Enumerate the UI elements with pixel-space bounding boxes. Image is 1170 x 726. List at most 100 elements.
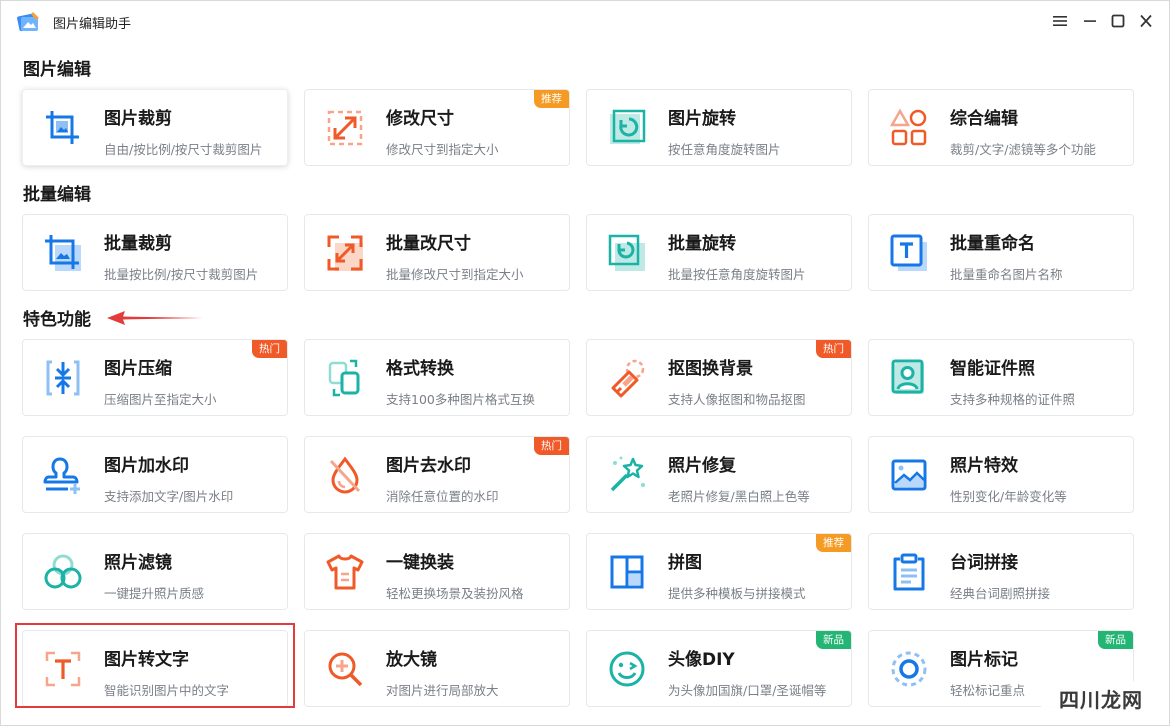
remove-watermark-icon (329, 456, 361, 494)
card-title: 批量重命名 (950, 234, 1035, 254)
card-desc: 自由/按比例/按尺寸裁剪图片 (104, 142, 263, 157)
card-collage[interactable]: 拼图 提供多种模板与拼接模式 推荐 (586, 533, 852, 610)
card-title: 综合编辑 (950, 109, 1018, 129)
card-lines[interactable]: 台词拼接 经典台词剧照拼接 (868, 533, 1134, 610)
stamp-icon (43, 457, 80, 494)
window-title: 图片编辑助手 (53, 17, 132, 32)
recommend-badge: 推荐 (534, 90, 569, 108)
card-desc: 支持添加文字/图片水印 (104, 489, 234, 504)
card-desc: 支持多种规格的证件照 (950, 392, 1076, 407)
card-title: 一键换装 (386, 553, 454, 573)
card-title: 头像DIY (668, 650, 735, 670)
convert-icon (328, 359, 360, 397)
magic-wand-icon (610, 456, 645, 492)
card-title: 批量旋转 (668, 234, 736, 254)
batch-resize-icon (327, 235, 363, 271)
collage-icon (610, 555, 644, 589)
clipboard-icon (893, 553, 925, 591)
card-batch-resize[interactable]: 批量改尺寸 批量修改尺寸到指定大小 (304, 214, 570, 291)
card-batch-rotate[interactable]: 批量旋转 批量按任意角度旋转图片 (586, 214, 852, 291)
card-convert[interactable]: 格式转换 支持100多种图片格式互换 (304, 339, 570, 416)
card-title: 批量裁剪 (104, 234, 172, 254)
card-add-watermark[interactable]: 图片加水印 支持添加文字/图片水印 (22, 436, 288, 513)
site-watermark: 四川龙网 (1041, 681, 1161, 715)
card-desc: 消除任意位置的水印 (386, 489, 499, 504)
card-id-photo[interactable]: 智能证件照 支持多种规格的证件照 (868, 339, 1134, 416)
maximize-button[interactable] (1107, 10, 1129, 32)
card-remove-watermark[interactable]: 图片去水印 消除任意位置的水印 热门 (304, 436, 570, 513)
card-title: 台词拼接 (950, 553, 1018, 573)
card-batch-crop[interactable]: 批量裁剪 批量按比例/按尺寸裁剪图片 (22, 214, 288, 291)
card-desc: 性别变化/年龄变化等 (950, 489, 1067, 504)
card-title: 照片修复 (668, 456, 736, 476)
card-desc: 为头像加国旗/口罩/圣诞帽等 (668, 683, 827, 698)
menu-button[interactable] (1049, 10, 1071, 32)
mark-target-icon (891, 651, 927, 687)
hot-badge: 热门 (816, 340, 851, 358)
card-title: 照片特效 (950, 456, 1018, 476)
card-filter[interactable]: 照片滤镜 一键提升照片质感 (22, 533, 288, 610)
card-desc: 支持人像抠图和物品抠图 (668, 392, 806, 407)
card-cutout[interactable]: 抠图换背景 支持人像抠图和物品抠图 热门 (586, 339, 852, 416)
card-repair[interactable]: 照片修复 老照片修复/黑白照上色等 (586, 436, 852, 513)
card-title: 格式转换 (386, 359, 454, 379)
card-desc: 修改尺寸到指定大小 (386, 142, 499, 157)
card-resize[interactable]: 修改尺寸 修改尺寸到指定大小 推荐 (304, 89, 570, 166)
card-effects[interactable]: 照片特效 性别变化/年龄变化等 (868, 436, 1134, 513)
card-combo[interactable]: 综合编辑 裁剪/文字/滤镜等多个功能 (868, 89, 1134, 166)
card-title: 图片加水印 (104, 456, 189, 476)
id-photo-icon (891, 359, 924, 394)
card-crop[interactable]: 图片裁剪 自由/按比例/按尺寸裁剪图片 (22, 89, 288, 166)
card-title: 拼图 (668, 553, 702, 573)
card-title: 批量改尺寸 (386, 234, 471, 254)
minimize-button[interactable] (1079, 10, 1101, 32)
menu-icon (1053, 16, 1067, 26)
zoom-in-icon (328, 652, 363, 687)
crop-icon (46, 111, 79, 144)
card-compress[interactable]: 图片压缩 压缩图片至指定大小 热门 (22, 339, 288, 416)
compress-icon (46, 360, 80, 396)
card-title: 图片压缩 (104, 359, 172, 379)
card-desc: 批量修改尺寸到指定大小 (386, 267, 524, 282)
card-batch-rename[interactable]: 批量重命名 批量重命名图片名称 (868, 214, 1134, 291)
card-desc: 批量按任意角度旋转图片 (668, 267, 806, 282)
card-desc: 对图片进行局部放大 (386, 683, 499, 698)
app-window: 图片编辑助手 图片编辑 图片裁剪 自由/按比例/按尺寸裁剪图片 修改尺寸 修改尺… (0, 0, 1170, 726)
arrow-annotation-icon (107, 311, 203, 325)
card-desc: 提供多种模板与拼接模式 (668, 586, 806, 601)
card-desc: 压缩图片至指定大小 (104, 392, 217, 407)
card-outfit[interactable]: 一键换装 轻松更换场景及装扮风格 (304, 533, 570, 610)
card-desc: 轻松标记重点 (950, 683, 1026, 698)
shapes-icon (889, 108, 927, 146)
text-recognition-icon (45, 651, 81, 687)
card-title: 图片转文字 (104, 650, 189, 670)
image-effect-icon (891, 459, 927, 491)
smiley-icon (609, 651, 645, 687)
close-icon (1140, 14, 1152, 28)
card-title: 智能证件照 (950, 359, 1035, 379)
card-avatar[interactable]: 头像DIY 为头像加国旗/口罩/圣诞帽等 新品 (586, 630, 852, 707)
card-desc: 一键提升照片质感 (104, 586, 205, 601)
hot-badge: 热门 (252, 340, 287, 358)
tshirt-icon (326, 554, 364, 590)
resize-icon (327, 110, 363, 146)
card-desc: 支持100多种图片格式互换 (386, 392, 535, 407)
card-desc: 老照片修复/黑白照上色等 (668, 489, 810, 504)
card-title: 图片标记 (950, 650, 1018, 670)
card-desc: 裁剪/文字/滤镜等多个功能 (950, 142, 1096, 157)
minimize-icon (1084, 20, 1096, 22)
card-rotate[interactable]: 图片旋转 按任意角度旋转图片 (586, 89, 852, 166)
card-desc: 智能识别图片中的文字 (104, 683, 230, 698)
card-magnifier[interactable]: 放大镜 对图片进行局部放大 (304, 630, 570, 707)
card-title: 图片旋转 (668, 109, 736, 129)
card-desc: 批量重命名图片名称 (950, 267, 1063, 282)
card-title: 修改尺寸 (386, 109, 454, 129)
new-badge: 新品 (1098, 631, 1133, 649)
title-bar: 图片编辑助手 (1, 1, 1169, 43)
cutout-icon (611, 359, 645, 398)
close-button[interactable] (1135, 10, 1157, 32)
card-ocr[interactable]: 图片转文字 智能识别图片中的文字 (22, 630, 288, 707)
hot-badge: 热门 (534, 437, 569, 455)
card-title: 抠图换背景 (668, 359, 753, 379)
card-title: 图片裁剪 (104, 109, 172, 129)
